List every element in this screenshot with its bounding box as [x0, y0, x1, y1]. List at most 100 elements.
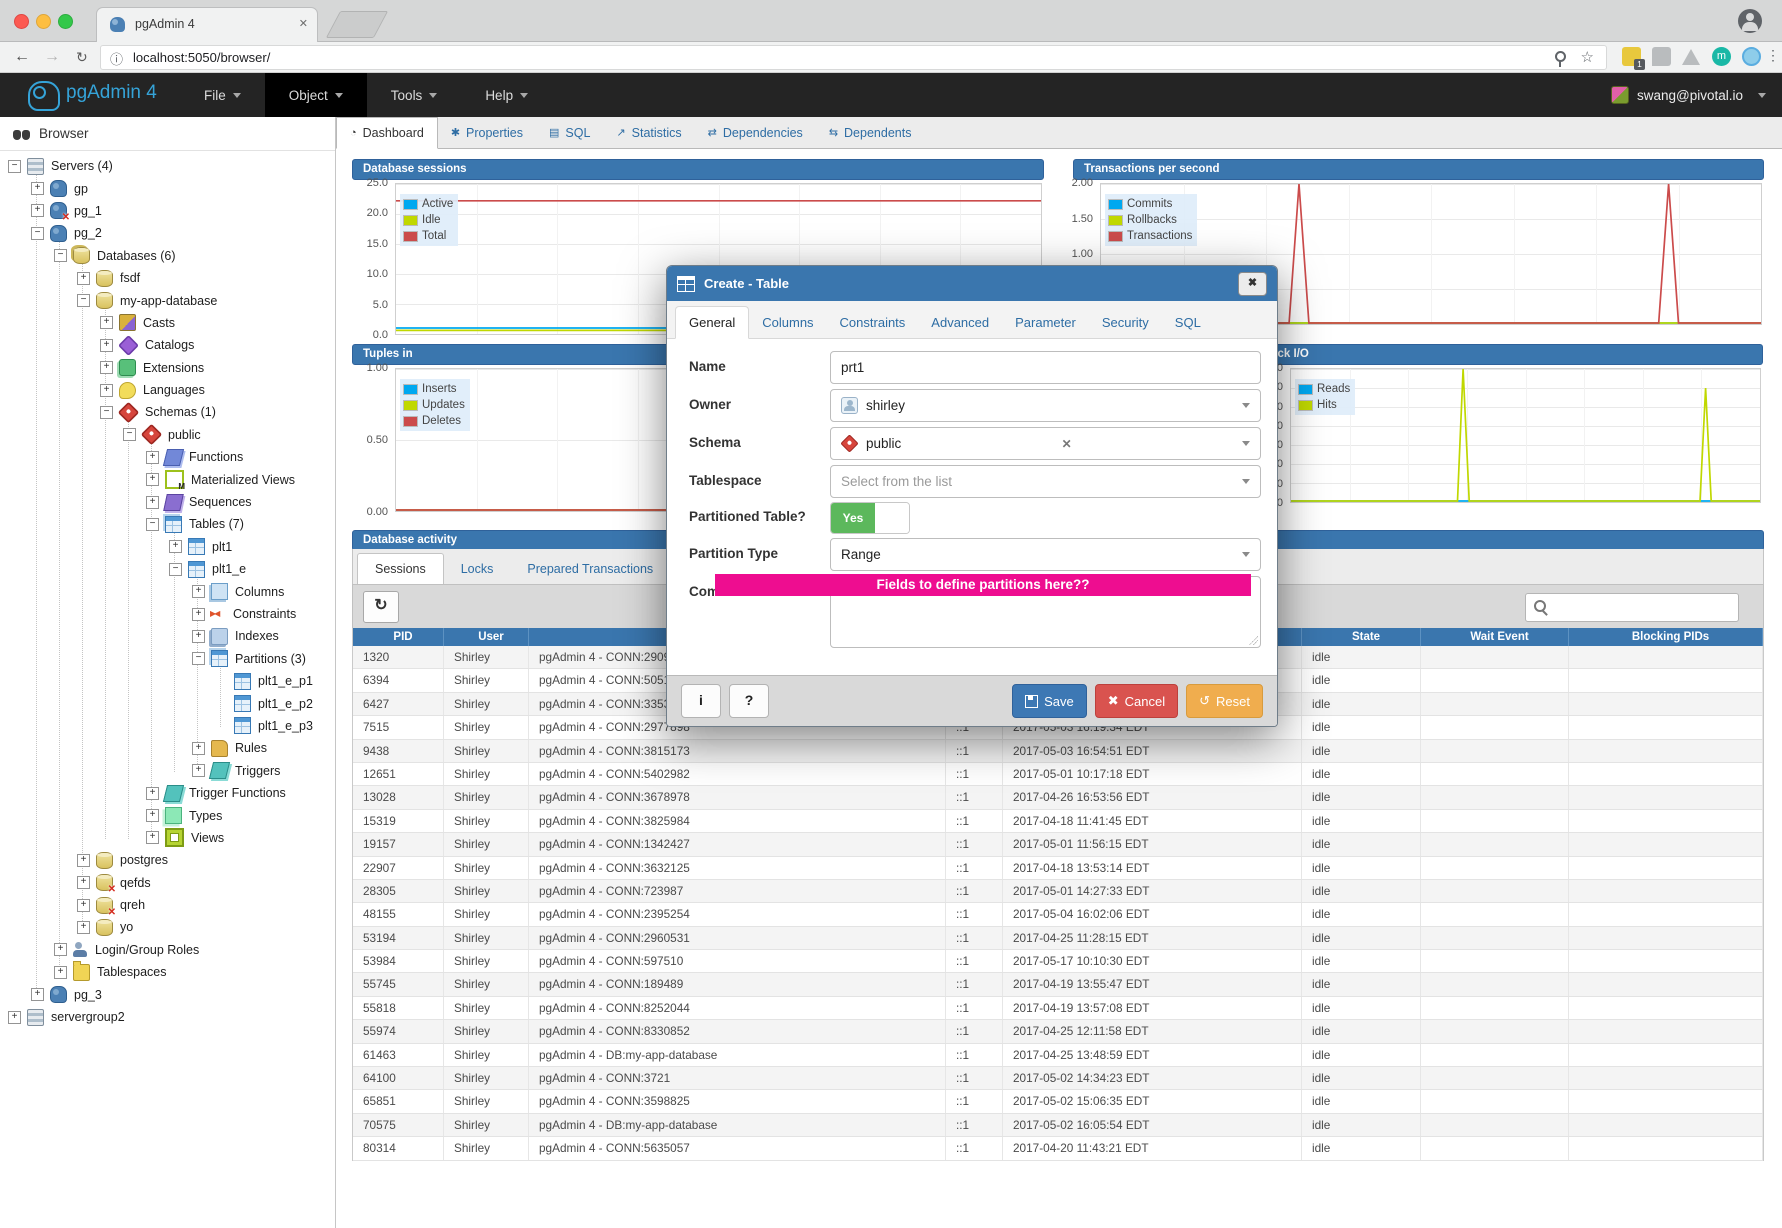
url-bar[interactable]: ⓘ localhost:5050/browser/ ☆ [100, 45, 1607, 70]
expand-icon[interactable]: + [146, 831, 159, 844]
password-key-icon[interactable] [1555, 51, 1566, 62]
schema-select[interactable]: public ✕ [830, 427, 1261, 460]
tree-item-plt1[interactable]: +plt1 [0, 536, 335, 558]
collapse-icon[interactable]: − [192, 652, 205, 665]
cancel-button[interactable]: ✖Cancel [1095, 684, 1178, 718]
browser-profile-icon[interactable] [1738, 9, 1762, 33]
tree-item-extensions[interactable]: +Extensions [0, 357, 335, 379]
search-input[interactable] [1553, 597, 1734, 619]
tree-item-languages[interactable]: +Languages [0, 379, 335, 401]
tab-dependencies[interactable]: ⇄Dependencies [695, 117, 816, 148]
extension-icon-4[interactable] [1742, 47, 1761, 66]
tree-item-catalogs[interactable]: +Catalogs [0, 334, 335, 356]
expand-icon[interactable]: + [8, 1011, 21, 1024]
expand-icon[interactable]: + [146, 809, 159, 822]
expand-icon[interactable]: + [77, 899, 90, 912]
tab-properties[interactable]: ✱Properties [438, 117, 536, 148]
dialog-tab-columns[interactable]: Columns [749, 307, 826, 338]
tab-sql[interactable]: ▤SQL [536, 117, 603, 148]
tree-item-functions[interactable]: +Functions [0, 446, 335, 468]
expand-icon[interactable]: + [100, 384, 113, 397]
tree-item-servergroup2[interactable]: +servergroup2 [0, 1006, 335, 1028]
url-text[interactable]: localhost:5050/browser/ [133, 50, 270, 65]
tree-item-qreh[interactable]: +qreh [0, 894, 335, 916]
bookmark-star-icon[interactable]: ☆ [1581, 48, 1594, 66]
tree-item-servers-4[interactable]: −Servers (4) [0, 155, 335, 177]
refresh-button[interactable]: ↻ [363, 591, 399, 623]
expand-icon[interactable]: + [192, 764, 205, 777]
tree-item-casts[interactable]: +Casts [0, 312, 335, 334]
tree-item-pg-2[interactable]: −pg_2 [0, 222, 335, 244]
tree-item-triggers[interactable]: +Triggers [0, 760, 335, 782]
expand-icon[interactable]: + [54, 943, 67, 956]
expand-icon[interactable]: + [100, 361, 113, 374]
tree-item-gp[interactable]: +gp [0, 177, 335, 199]
tree-item-public[interactable]: −public [0, 424, 335, 446]
reload-icon[interactable]: ↻ [76, 46, 88, 68]
dialog-header[interactable]: Create - Table ✖ [667, 266, 1277, 301]
reset-button[interactable]: ↺Reset [1186, 684, 1263, 718]
expand-icon[interactable]: + [31, 988, 44, 1001]
tree-item-qefds[interactable]: +qefds [0, 872, 335, 894]
sql-info-button[interactable]: i [681, 684, 721, 718]
tree-item-pg-3[interactable]: +pg_3 [0, 983, 335, 1005]
column-header-state[interactable]: State [1302, 628, 1421, 646]
expand-icon[interactable]: + [192, 630, 205, 643]
collapse-icon[interactable]: − [100, 406, 113, 419]
drive-icon[interactable] [1682, 49, 1700, 65]
tree-item-postgres[interactable]: +postgres [0, 849, 335, 871]
expand-icon[interactable]: + [100, 316, 113, 329]
owner-select[interactable]: shirley [830, 389, 1261, 422]
window-minimize-button[interactable] [36, 14, 51, 29]
collapse-icon[interactable]: − [54, 249, 67, 262]
help-button[interactable]: ? [729, 684, 769, 718]
expand-icon[interactable]: + [146, 451, 159, 464]
extension-icon-2[interactable] [1652, 47, 1671, 66]
expand-icon[interactable]: + [192, 742, 205, 755]
tree-item-indexes[interactable]: +Indexes [0, 625, 335, 647]
dialog-tab-general[interactable]: General [675, 306, 749, 339]
tab-dashboard[interactable]: ◔Dashboard [336, 117, 438, 149]
tree-item-tables-7[interactable]: −Tables (7) [0, 513, 335, 535]
expand-icon[interactable]: + [31, 182, 44, 195]
browser-menu-icon[interactable]: ⋮ [1766, 47, 1780, 64]
save-button[interactable]: Save [1012, 684, 1087, 718]
menu-file[interactable]: File [180, 73, 265, 117]
tablespace-select[interactable]: Select from the list [830, 465, 1261, 498]
expand-icon[interactable]: + [77, 876, 90, 889]
resize-grip[interactable] [1249, 636, 1258, 645]
extension-icon-3[interactable]: m [1712, 47, 1731, 66]
column-header-blocking-pids[interactable]: Blocking PIDs [1569, 628, 1763, 646]
collapse-icon[interactable]: − [169, 563, 182, 576]
expand-icon[interactable]: + [31, 204, 44, 217]
browser-tab[interactable]: pgAdmin 4 ✕ [96, 7, 318, 42]
dialog-tab-security[interactable]: Security [1089, 307, 1162, 338]
tree-item-types[interactable]: +Types [0, 804, 335, 826]
menu-tools[interactable]: Tools [367, 73, 462, 117]
tree-item-plt1-e-p3[interactable]: +plt1_e_p3 [0, 715, 335, 737]
back-icon[interactable]: ← [14, 46, 30, 68]
tab-statistics[interactable]: ↗Statistics [603, 117, 694, 148]
tree-item-login-group-roles[interactable]: +Login/Group Roles [0, 939, 335, 961]
tree-item-materialized-views[interactable]: +Materialized Views [0, 468, 335, 490]
dialog-tab-parameter[interactable]: Parameter [1002, 307, 1089, 338]
expand-icon[interactable]: + [54, 966, 67, 979]
expand-icon[interactable]: + [100, 339, 113, 352]
collapse-icon[interactable]: − [77, 294, 90, 307]
search-box[interactable] [1525, 593, 1739, 622]
tree-item-plt1-e[interactable]: −plt1_e [0, 558, 335, 580]
tree-item-schemas-1[interactable]: −Schemas (1) [0, 401, 335, 423]
expand-icon[interactable]: + [77, 854, 90, 867]
activity-tab-prepared-transactions[interactable]: Prepared Transactions [510, 554, 670, 584]
tree-item-tablespaces[interactable]: +Tablespaces [0, 961, 335, 983]
partitioned-toggle[interactable]: Yes [830, 502, 910, 534]
tree-item-my-app-database[interactable]: −my-app-database [0, 289, 335, 311]
expand-icon[interactable]: + [77, 921, 90, 934]
menu-help[interactable]: Help [461, 73, 552, 117]
expand-icon[interactable]: + [146, 787, 159, 800]
new-tab-button[interactable] [326, 11, 388, 38]
collapse-icon[interactable]: − [31, 227, 44, 240]
tree-item-constraints[interactable]: +Constraints [0, 603, 335, 625]
dialog-tab-constraints[interactable]: Constraints [827, 307, 919, 338]
tree-item-pg-1[interactable]: +pg_1 [0, 200, 335, 222]
